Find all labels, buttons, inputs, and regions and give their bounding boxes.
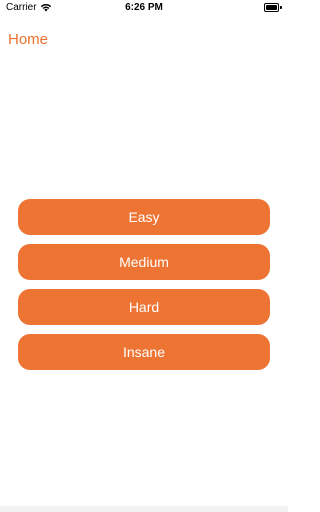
bottom-strip — [0, 506, 288, 512]
home-back-button[interactable]: Home — [8, 31, 48, 48]
insane-button[interactable]: Insane — [18, 334, 270, 370]
difficulty-button-list: Easy Medium Hard Insane — [18, 199, 270, 379]
hard-button[interactable]: Hard — [18, 289, 270, 325]
app-screen: Carrier 6:26 PM Home Easy Medium Hard In… — [0, 0, 288, 512]
medium-button[interactable]: Medium — [18, 244, 270, 280]
status-bar: Carrier 6:26 PM — [0, 0, 288, 16]
status-time: 6:26 PM — [125, 2, 163, 13]
easy-button[interactable]: Easy — [18, 199, 270, 235]
battery-icon — [264, 3, 282, 12]
